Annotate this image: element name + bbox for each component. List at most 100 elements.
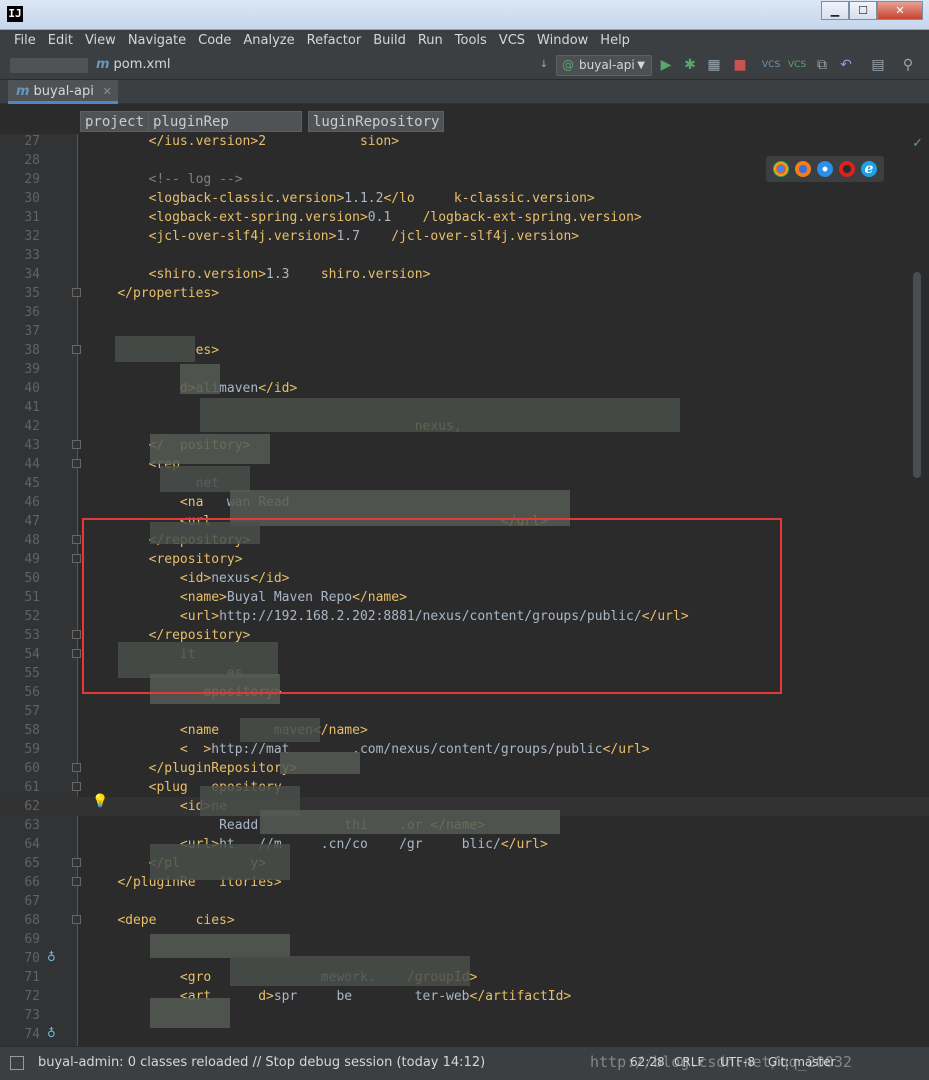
tab-buyal-api[interactable]: m buyal-api ✕	[8, 80, 118, 104]
menu-file[interactable]: File	[8, 30, 42, 52]
fold-marker-icon[interactable]	[72, 649, 81, 658]
run-icon[interactable]: ▶	[658, 57, 674, 73]
git-branch[interactable]: Git: master	[768, 1055, 836, 1069]
nav-crumb-pom[interactable]: m pom.xml	[96, 57, 171, 72]
fold-marker-icon[interactable]	[72, 915, 81, 924]
code-line[interactable]: 51 <name>Buyal Maven Repo</name>	[0, 588, 929, 607]
code-line[interactable]: 50 <id>nexus</id>	[0, 569, 929, 588]
menu-help[interactable]: Help	[594, 30, 636, 52]
fold-marker-icon[interactable]	[72, 345, 81, 354]
tool-window-toggle-icon[interactable]	[10, 1056, 24, 1070]
menu-analyze[interactable]: Analyze	[237, 30, 300, 52]
code-line[interactable]: 60 </pluginRepository>	[0, 759, 929, 778]
code-line[interactable]: 49 <repository>	[0, 550, 929, 569]
code-line[interactable]: 36	[0, 303, 929, 322]
menu-run[interactable]: Run	[412, 30, 449, 52]
code-line[interactable]: 40 d>alimaven</id>	[0, 379, 929, 398]
vcs-update-icon[interactable]: VCS	[762, 57, 780, 73]
code-line[interactable]: 58 <name maven</name>	[0, 721, 929, 740]
menu-build[interactable]: Build	[367, 30, 412, 52]
compare-icon[interactable]: ⧉	[814, 57, 830, 73]
code-line[interactable]: 74	[0, 1025, 929, 1044]
line-number: 38	[24, 343, 40, 358]
run-config-dropdown[interactable]: @ buyal-api ▼	[556, 55, 652, 76]
code-line[interactable]: 66 </pluginRe itories>	[0, 873, 929, 892]
code-line[interactable]: 69	[0, 930, 929, 949]
debug-icon[interactable]: ✱	[682, 57, 698, 73]
menu-refactor[interactable]: Refactor	[301, 30, 368, 52]
menu-navigate[interactable]: Navigate	[122, 30, 192, 52]
menu-tools[interactable]: Tools	[449, 30, 493, 52]
code-line[interactable]: 34 <shiro.version>1.3 shiro.version>	[0, 265, 929, 284]
fold-marker-icon[interactable]	[72, 288, 81, 297]
fold-marker-icon[interactable]	[72, 459, 81, 468]
code-line[interactable]: 33	[0, 246, 929, 265]
code-line[interactable]: 44 <rep	[0, 455, 929, 474]
minimize-button[interactable]: ▁	[821, 1, 849, 20]
code-line[interactable]: 68 <depe cies>	[0, 911, 929, 930]
code-line[interactable]: 30 <logback-classic.version>1.1.2</lo k-…	[0, 189, 929, 208]
chrome-icon[interactable]	[773, 161, 789, 177]
safari-icon[interactable]	[817, 161, 833, 177]
lightbulb-icon[interactable]: 💡	[92, 794, 108, 809]
code-line[interactable]: 48 </repository>	[0, 531, 929, 550]
opera-icon[interactable]	[839, 161, 855, 177]
code-line[interactable]: 59 < >http://mat .com/nexus/content/grou…	[0, 740, 929, 759]
implementation-gutter-icon[interactable]: ♁	[47, 1026, 56, 1040]
code-line[interactable]: 27 </ius.version>2 sion>	[0, 134, 929, 151]
vertical-scrollbar[interactable]	[913, 272, 921, 478]
structure-icon[interactable]: ▤	[870, 57, 886, 73]
coverage-icon[interactable]: ▦	[706, 57, 722, 73]
revert-icon[interactable]: ↶	[838, 57, 854, 73]
crumb-project[interactable]: project	[80, 111, 150, 132]
menu-window[interactable]: Window	[531, 30, 594, 52]
code-line[interactable]: 32 <jcl-over-slf4j.version>1.7 /jcl-over…	[0, 227, 929, 246]
internet-explorer-icon[interactable]: e	[861, 161, 877, 177]
maximize-button[interactable]: ☐	[849, 1, 877, 20]
sort-icon[interactable]: ↓	[536, 57, 552, 73]
fold-marker-icon[interactable]	[72, 630, 81, 639]
code-line[interactable]: 67	[0, 892, 929, 911]
code-line[interactable]: 52 <url>http://192.168.2.202:8881/nexus/…	[0, 607, 929, 626]
code-line[interactable]: 31 <logback-ext-spring.version>0.1 /logb…	[0, 208, 929, 227]
code-line[interactable]: 72 <art d>spr be ter-web</artifactId>	[0, 987, 929, 1006]
menu-view[interactable]: View	[79, 30, 122, 52]
line-number: 56	[24, 685, 40, 700]
code-text: </properties>	[86, 284, 219, 303]
code-line[interactable]: 35 </properties>	[0, 284, 929, 303]
code-token: <logback-classic.version>	[148, 191, 345, 206]
code-line[interactable]: 39	[0, 360, 929, 379]
menu-code[interactable]: Code	[192, 30, 237, 52]
implementation-gutter-icon[interactable]: ♁	[47, 950, 56, 964]
close-tab-icon[interactable]: ✕	[103, 80, 112, 104]
fold-marker-icon[interactable]	[72, 440, 81, 449]
menu-vcs[interactable]: VCS	[493, 30, 531, 52]
close-button[interactable]: ✕	[877, 1, 923, 20]
caret-position[interactable]: 62:28	[630, 1055, 665, 1069]
file-encoding[interactable]: UTF-8	[720, 1055, 755, 1069]
search-icon[interactable]: ⚲	[900, 57, 916, 73]
line-separator[interactable]: CRLF	[674, 1055, 704, 1069]
menu-edit[interactable]: Edit	[42, 30, 79, 52]
code-line[interactable]: 65 </pl y>	[0, 854, 929, 873]
code-line[interactable]: 61 <plug epository	[0, 778, 929, 797]
stop-icon[interactable]: ■	[732, 57, 748, 73]
code-line[interactable]: 57	[0, 702, 929, 721]
fold-marker-icon[interactable]	[72, 554, 81, 563]
code-line[interactable]: 56 epository>	[0, 683, 929, 702]
fold-marker-icon[interactable]	[72, 782, 81, 791]
fold-marker-icon[interactable]	[72, 763, 81, 772]
code-editor[interactable]: 27 </ius.version>2 sion> 28 29 <!-- log --…	[0, 134, 929, 1046]
vcs-commit-icon[interactable]: VCS	[788, 57, 806, 73]
fold-marker-icon[interactable]	[72, 858, 81, 867]
fold-marker-icon[interactable]	[72, 535, 81, 544]
code-line[interactable]: 43 </ pository>	[0, 436, 929, 455]
line-number: 39	[24, 362, 40, 377]
crumb-plugin-repository[interactable]: luginRepository	[308, 111, 444, 132]
fold-marker-icon[interactable]	[72, 877, 81, 886]
code-line[interactable]: 73	[0, 1006, 929, 1025]
firefox-icon[interactable]	[795, 161, 811, 177]
crumb-plugin-repositories[interactable]: pluginRep	[148, 111, 302, 132]
code-line[interactable]: 64 <url>ht //m .cn/co /gr blic/</url>	[0, 835, 929, 854]
